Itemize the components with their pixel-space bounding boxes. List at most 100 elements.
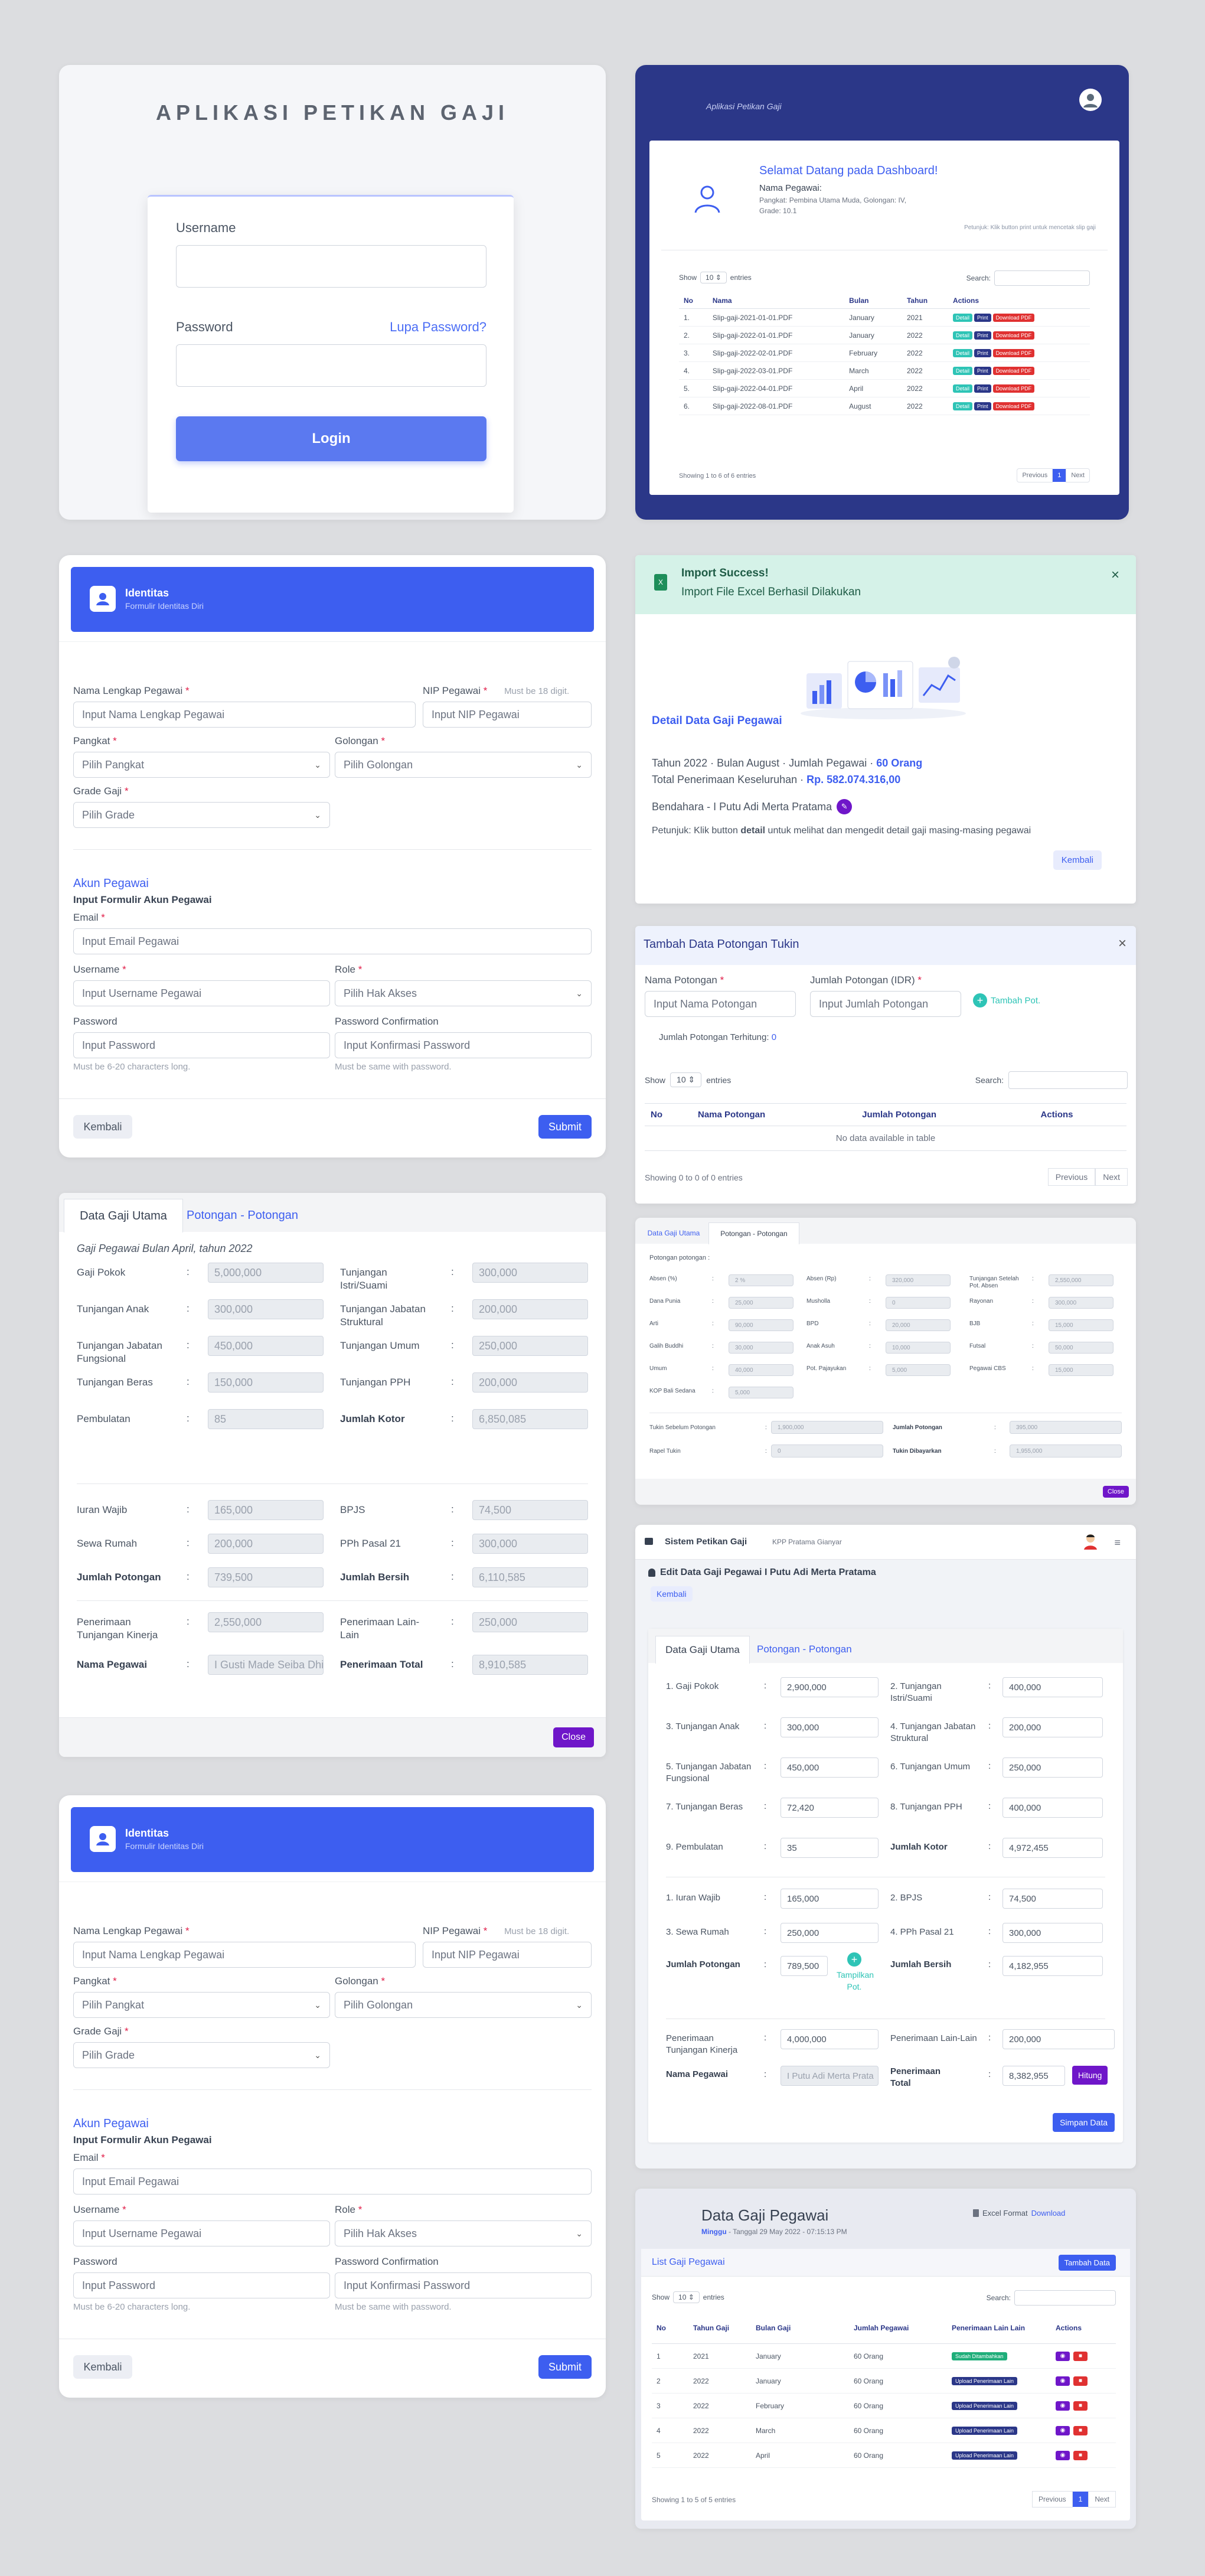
download-pdf-button[interactable]: Download PDF bbox=[992, 314, 1035, 322]
page-1-button[interactable]: 1 bbox=[1072, 2492, 1089, 2507]
hamburger-icon[interactable]: ≡ bbox=[1114, 1537, 1121, 1549]
username-input[interactable] bbox=[176, 245, 486, 288]
confirm-input[interactable]: Input Konfirmasi Password bbox=[335, 1032, 592, 1058]
length-select[interactable]: 10 ⇕ bbox=[670, 1072, 702, 1087]
nip-input[interactable]: Input NIP Pegawai bbox=[423, 1942, 592, 1968]
row-input[interactable]: 4,972,455 bbox=[1002, 1838, 1103, 1858]
grade-select[interactable]: Pilih Grade ⌄ bbox=[73, 802, 330, 828]
delete-trash-icon[interactable]: ■ bbox=[1073, 2401, 1088, 2411]
lain-input[interactable]: 200,000 bbox=[1002, 2029, 1115, 2049]
row-input[interactable]: 200,000 bbox=[1002, 1717, 1103, 1737]
download-pdf-button[interactable]: Download PDF bbox=[992, 367, 1035, 375]
nip-input[interactable]: Input NIP Pegawai bbox=[423, 702, 592, 728]
close-icon[interactable]: × bbox=[1118, 935, 1126, 952]
download-pdf-button[interactable]: Download PDF bbox=[992, 384, 1035, 393]
upload-button[interactable]: Upload Penerimaan Lain bbox=[952, 2427, 1018, 2435]
username-input[interactable]: Input Username Pegawai bbox=[73, 2220, 330, 2246]
jumlah-potongan-input[interactable]: Input Jumlah Potongan bbox=[810, 991, 961, 1017]
edit-icon[interactable]: ✎ bbox=[837, 799, 853, 814]
nama-potongan-input[interactable]: Input Nama Potongan bbox=[645, 991, 796, 1017]
detail-button[interactable]: Detail bbox=[953, 331, 973, 340]
row-input[interactable]: 300,000 bbox=[781, 1717, 879, 1737]
upload-button[interactable]: Upload Penerimaan Lain bbox=[952, 2377, 1018, 2385]
col-tahun[interactable]: Tahun Gaji bbox=[688, 2313, 751, 2344]
confirm-input[interactable]: Input Konfirmasi Password bbox=[335, 2272, 592, 2298]
view-eye-icon[interactable]: ◉ bbox=[1056, 2376, 1070, 2386]
upload-button[interactable]: Upload Penerimaan Lain bbox=[952, 2451, 1018, 2460]
col-actions[interactable]: Actions bbox=[948, 293, 1090, 309]
tab-potongan[interactable]: Potongan - Potongan bbox=[757, 1636, 852, 1663]
next-button[interactable]: Next bbox=[1066, 468, 1090, 482]
role-select[interactable]: Pilih Hak Akses ⌄ bbox=[335, 2220, 592, 2246]
download-pdf-button[interactable]: Download PDF bbox=[992, 349, 1035, 357]
tampilkan-pot-button[interactable]: + Tampilkan Pot. bbox=[834, 1952, 875, 1993]
upload-button[interactable]: Upload Penerimaan Lain bbox=[952, 2402, 1018, 2410]
grade-select[interactable]: Pilih Grade ⌄ bbox=[73, 2042, 330, 2068]
col-penerimaan[interactable]: Penerimaan Lain Lain bbox=[947, 2313, 1051, 2344]
row-input[interactable]: 74,500 bbox=[1002, 1889, 1103, 1909]
col-no[interactable]: No bbox=[679, 293, 708, 309]
col-nama-potongan[interactable]: Nama Potongan bbox=[692, 1104, 856, 1126]
detail-button[interactable]: Detail bbox=[953, 367, 973, 375]
row-input[interactable]: 250,000 bbox=[781, 1923, 879, 1943]
total-input[interactable]: 8,382,955 bbox=[1002, 2066, 1065, 2086]
col-tahun[interactable]: Tahun bbox=[902, 293, 949, 309]
tab-potongan[interactable]: Potongan - Potongan bbox=[187, 1199, 298, 1232]
detail-button[interactable]: Detail bbox=[953, 402, 973, 410]
submit-button[interactable]: Submit bbox=[538, 2355, 592, 2379]
search-input[interactable] bbox=[1008, 1071, 1128, 1089]
search-input[interactable] bbox=[1014, 2290, 1116, 2306]
password-input[interactable] bbox=[176, 344, 486, 387]
download-pdf-button[interactable]: Download PDF bbox=[992, 331, 1035, 340]
row-input[interactable]: 250,000 bbox=[1002, 1757, 1103, 1778]
username-input[interactable]: Input Username Pegawai bbox=[73, 980, 330, 1006]
detail-button[interactable]: Detail bbox=[953, 349, 973, 357]
row-input[interactable]: 165,000 bbox=[781, 1889, 879, 1909]
length-select[interactable]: 10 ⇕ bbox=[700, 272, 727, 283]
user-avatar[interactable] bbox=[1079, 89, 1102, 111]
row-input[interactable]: 2,900,000 bbox=[781, 1677, 879, 1697]
download-pdf-button[interactable]: Download PDF bbox=[992, 402, 1035, 410]
pangkat-select[interactable]: Pilih Pangkat ⌄ bbox=[73, 752, 330, 778]
print-button[interactable]: Print bbox=[974, 367, 991, 375]
col-actions[interactable]: Actions bbox=[1034, 1104, 1126, 1126]
tab-potongan[interactable]: Potongan - Potongan bbox=[708, 1222, 799, 1244]
row-input[interactable]: 400,000 bbox=[1002, 1677, 1103, 1697]
kembali-button[interactable]: Kembali bbox=[651, 1586, 693, 1602]
user-avatar[interactable] bbox=[1082, 1532, 1099, 1550]
next-button[interactable]: Next bbox=[1095, 1168, 1128, 1186]
print-button[interactable]: Print bbox=[974, 314, 991, 322]
view-eye-icon[interactable]: ◉ bbox=[1056, 2426, 1070, 2435]
col-actions[interactable]: Actions bbox=[1051, 2313, 1116, 2344]
tab-data-gaji-utama[interactable]: Data Gaji Utama bbox=[655, 1636, 750, 1664]
print-button[interactable]: Print bbox=[974, 402, 991, 410]
next-button[interactable]: Next bbox=[1088, 2491, 1116, 2507]
pangkat-select[interactable]: Pilih Pangkat ⌄ bbox=[73, 1992, 330, 2018]
login-button[interactable]: Login bbox=[176, 416, 486, 461]
hitung-button[interactable]: Hitung bbox=[1072, 2066, 1108, 2085]
tambah-pot-button[interactable]: + Tambah Pot. bbox=[973, 993, 1040, 1007]
row-input[interactable]: 450,000 bbox=[781, 1757, 879, 1778]
detail-button[interactable]: Detail bbox=[953, 314, 973, 322]
delete-trash-icon[interactable]: ■ bbox=[1073, 2352, 1088, 2361]
row-input[interactable]: 35 bbox=[781, 1838, 879, 1858]
simpan-button[interactable]: Simpan Data bbox=[1053, 2113, 1115, 2132]
col-bulan[interactable]: Bulan bbox=[844, 293, 902, 309]
col-jumlah[interactable]: Jumlah Pegawai bbox=[849, 2313, 947, 2344]
prev-button[interactable]: Previous bbox=[1017, 468, 1053, 482]
email-input[interactable]: Input Email Pegawai bbox=[73, 2169, 592, 2195]
golongan-select[interactable]: Pilih Golongan ⌄ bbox=[335, 1992, 592, 2018]
golongan-select[interactable]: Pilih Golongan ⌄ bbox=[335, 752, 592, 778]
view-eye-icon[interactable]: ◉ bbox=[1056, 2451, 1070, 2460]
delete-trash-icon[interactable]: ■ bbox=[1073, 2426, 1088, 2435]
role-select[interactable]: Pilih Hak Akses ⌄ bbox=[335, 980, 592, 1006]
jumlah-potongan-input[interactable]: 789,500 bbox=[781, 1956, 828, 1976]
email-input[interactable]: Input Email Pegawai bbox=[73, 928, 592, 954]
tab-data-gaji-utama[interactable]: Data Gaji Utama bbox=[639, 1222, 708, 1244]
password-input[interactable]: Input Password bbox=[73, 2272, 330, 2298]
delete-trash-icon[interactable]: ■ bbox=[1073, 2451, 1088, 2460]
password-input[interactable]: Input Password bbox=[73, 1032, 330, 1058]
kembali-button[interactable]: Kembali bbox=[73, 2355, 132, 2379]
delete-trash-icon[interactable]: ■ bbox=[1073, 2376, 1088, 2386]
jumlah-bersih-input[interactable]: 4,182,955 bbox=[1002, 1956, 1103, 1976]
